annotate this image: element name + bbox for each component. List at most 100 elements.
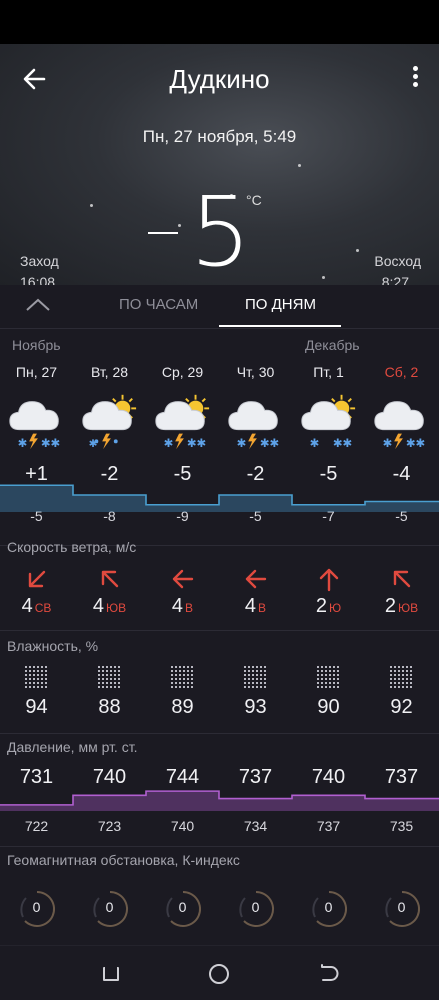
snowflake bbox=[90, 204, 93, 207]
sun-cloud-snow-icon: ✱ ✱✱ bbox=[296, 388, 369, 450]
status-bar bbox=[0, 0, 439, 44]
humidity-value: 92 bbox=[390, 696, 413, 718]
temp-chart-bar bbox=[219, 495, 292, 512]
forecast-tabs: ПО ЧАСАМ ПО ДНЯМ bbox=[0, 285, 439, 329]
current-weather-header: Дудкино Пн, 27 ноября, 5:49 5 °C Заход 1… bbox=[0, 44, 439, 285]
wind-speed-number: 4 bbox=[92, 595, 104, 617]
arrow-down-left-icon bbox=[24, 566, 97, 592]
snowflake bbox=[322, 276, 325, 279]
humidity-value: 88 bbox=[98, 696, 121, 718]
k-index-value: 0 bbox=[178, 899, 187, 915]
sun-cloud-thunder-snow-icon: ✱ ✱✱ bbox=[150, 388, 223, 450]
day-label[interactable]: Чт, 30 bbox=[219, 364, 292, 380]
svg-text:✱: ✱ bbox=[237, 436, 247, 450]
wind-direction: СВ bbox=[34, 601, 52, 615]
snowflake bbox=[356, 249, 359, 252]
sun-cloud-thunder-rain-icon: ✱ bbox=[77, 388, 150, 450]
recent-apps-icon[interactable] bbox=[99, 962, 123, 986]
wind-direction: ЮВ bbox=[397, 601, 419, 615]
wind-speed-value: 4В bbox=[219, 595, 292, 618]
month-label-november: Ноябрь bbox=[12, 337, 61, 353]
humidity-value: 93 bbox=[244, 696, 267, 718]
temperature-chart bbox=[0, 484, 439, 512]
svg-text:✱✱: ✱✱ bbox=[187, 436, 206, 450]
system-navigation-bar bbox=[0, 945, 439, 1000]
snowflake bbox=[178, 224, 181, 227]
tab-daily[interactable]: ПО ДНЯМ bbox=[245, 296, 316, 313]
wind-direction: ЮВ bbox=[105, 601, 127, 615]
k-index-value: 0 bbox=[324, 899, 333, 915]
humidity-value: 89 bbox=[171, 696, 194, 718]
svg-text:✱✱: ✱✱ bbox=[333, 436, 352, 450]
svg-text:✱✱: ✱✱ bbox=[41, 436, 60, 450]
cloud-thunder-snow-icon: ✱ ✱✱ bbox=[369, 388, 439, 450]
svg-text:✱: ✱ bbox=[310, 436, 320, 450]
k-index-value: 0 bbox=[397, 899, 406, 915]
arrow-up-left-icon bbox=[389, 566, 439, 592]
wind-direction: В bbox=[258, 601, 267, 615]
tab-selected-indicator bbox=[219, 325, 341, 327]
k-index-value: 0 bbox=[251, 899, 260, 915]
day-label[interactable]: Вт, 28 bbox=[73, 364, 146, 380]
geomagnetic-section-title: Геомагнитная обстановка, К-индекс bbox=[7, 852, 240, 868]
pressure-chart-bar bbox=[365, 798, 439, 811]
wind-speed-value: 4 ЮВ bbox=[73, 595, 146, 618]
arrow-up-icon bbox=[316, 566, 389, 592]
svg-text:✱: ✱ bbox=[89, 438, 98, 450]
day-label[interactable]: Сб, 2 bbox=[365, 364, 438, 380]
wind-speed-number: 4 bbox=[244, 595, 257, 617]
pressure-low-value: 735 bbox=[389, 818, 414, 834]
temp-chart-bar bbox=[0, 485, 73, 512]
wind-speed-value: 4 СВ bbox=[0, 595, 73, 618]
pressure-section-title: Давление, мм рт. ст. bbox=[7, 739, 138, 755]
pressure-low-value: 722 bbox=[24, 818, 49, 834]
pressure-chart-bar bbox=[73, 795, 146, 811]
month-label-december: Декабрь bbox=[305, 337, 360, 353]
city-name: Дудкино bbox=[169, 64, 270, 94]
wind-speed-number: 4 bbox=[21, 595, 33, 617]
pressure-low-value: 740 bbox=[170, 818, 195, 834]
wind-section-title: Скорость ветра, м/с bbox=[7, 539, 137, 555]
wind-speed-value: 2Ю bbox=[292, 595, 365, 618]
day-label[interactable]: Пт, 1 bbox=[292, 364, 365, 380]
cloud-thunder-snow-icon: ✱ ✱✱ bbox=[4, 388, 77, 450]
wind-direction: Ю bbox=[329, 601, 342, 615]
sunrise-label: Восход bbox=[374, 253, 421, 269]
humidity-dots-icon bbox=[98, 666, 171, 690]
divider bbox=[0, 733, 439, 734]
chevron-up-icon[interactable] bbox=[24, 295, 52, 315]
humidity-section-title: Влажность, % bbox=[7, 638, 99, 654]
wind-direction: В bbox=[185, 601, 194, 615]
arrow-left-icon bbox=[170, 566, 243, 592]
day-label[interactable]: Пн, 27 bbox=[0, 364, 73, 380]
temp-chart-bar bbox=[365, 501, 439, 512]
humidity-value: 90 bbox=[317, 696, 340, 718]
cloud-thunder-snow-icon: ✱ ✱✱ bbox=[223, 388, 296, 450]
temp-chart-bar bbox=[146, 504, 219, 512]
wind-speed-number: 2 bbox=[315, 595, 327, 617]
current-datetime: Пн, 27 ноября, 5:49 bbox=[142, 127, 297, 146]
day-label[interactable]: Ср, 29 bbox=[146, 364, 219, 380]
back-nav-icon[interactable] bbox=[317, 962, 341, 986]
pressure-low-value: 734 bbox=[243, 818, 268, 834]
wind-speed-number: 2 bbox=[384, 595, 396, 617]
tab-hourly[interactable]: ПО ЧАСАМ bbox=[119, 296, 198, 313]
home-icon[interactable] bbox=[207, 962, 231, 986]
more-menu-icon[interactable] bbox=[409, 66, 421, 92]
pressure-chart-bar bbox=[0, 804, 73, 811]
wind-speed-value: 4В bbox=[146, 595, 219, 618]
sunrise-time: 8:27 bbox=[381, 274, 409, 285]
temp-chart-bar bbox=[73, 495, 146, 512]
minus-sign bbox=[148, 232, 178, 234]
wind-speed-number: 4 bbox=[171, 595, 184, 617]
wind-speed-value: 2 ЮВ bbox=[365, 595, 438, 618]
humidity-dots-icon bbox=[171, 666, 244, 690]
svg-text:✱: ✱ bbox=[18, 436, 28, 450]
k-index-value: 0 bbox=[32, 899, 41, 915]
pressure-chart-bar bbox=[292, 795, 365, 811]
snowflake bbox=[298, 164, 301, 167]
divider bbox=[0, 846, 439, 847]
divider bbox=[0, 630, 439, 631]
current-temperature: 5 bbox=[190, 176, 252, 285]
humidity-dots-icon bbox=[317, 666, 390, 690]
